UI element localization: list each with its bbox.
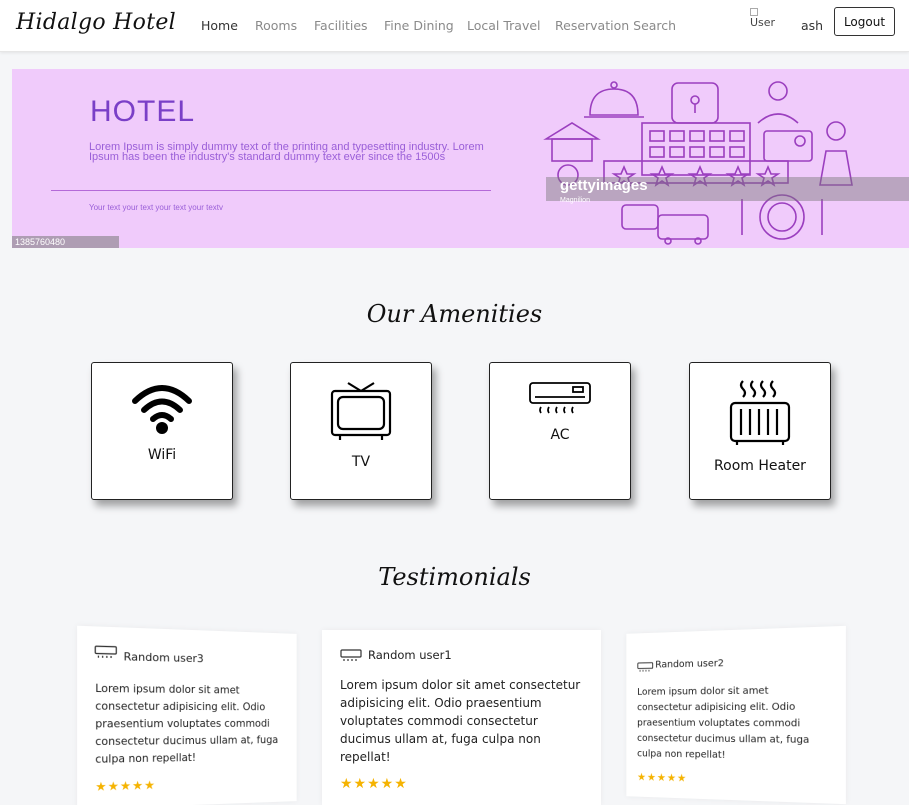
- amenity-label: Room Heater: [690, 458, 830, 474]
- testimonial-card: Random user3 Lorem ipsum dolor sit amet …: [77, 626, 297, 805]
- testimonial-text: Lorem ipsum dolor sit amet consectetur a…: [95, 681, 290, 769]
- tv-icon: [291, 379, 431, 445]
- testimonial-text: Lorem ipsum dolor sit amet consectetur a…: [637, 683, 833, 766]
- logout-button[interactable]: Logout: [834, 7, 895, 36]
- hero-subtext: Your text your text your text your textv: [89, 203, 223, 212]
- testimonial-user: Random user2: [655, 658, 724, 670]
- testimonial-user: Random user1: [368, 648, 452, 662]
- amenity-card-wifi: WiFi: [91, 362, 233, 500]
- ac-icon: [94, 645, 117, 658]
- ac-icon: [340, 649, 362, 661]
- testimonials-title: Testimonials: [0, 563, 909, 591]
- ac-icon: [637, 662, 653, 672]
- broken-image-icon: [750, 8, 758, 16]
- watermark-credit: Magnilion: [560, 192, 590, 210]
- amenity-card-tv: TV: [290, 362, 432, 500]
- nav-link-fine-dining[interactable]: Fine Dining: [384, 18, 454, 33]
- user-avatar[interactable]: User: [750, 8, 780, 36]
- image-id: 1385760480: [12, 236, 119, 248]
- rating-stars: ★★★★★: [95, 778, 156, 794]
- nav-link-home[interactable]: Home: [201, 18, 238, 33]
- hero-banner: HOTEL Lorem Ipsum is simply dummy text o…: [12, 69, 909, 248]
- heater-icon: [690, 379, 830, 449]
- navbar: Hidalgo Hotel Home Rooms Facilities Fine…: [0, 0, 909, 52]
- brand-logo[interactable]: Hidalgo Hotel: [16, 10, 176, 35]
- amenities-title: Our Amenities: [0, 300, 909, 328]
- hotel-illustration: [532, 75, 862, 245]
- amenity-label: WiFi: [92, 447, 232, 463]
- amenity-label: TV: [291, 454, 431, 470]
- nav-link-local-travel[interactable]: Local Travel: [467, 18, 541, 33]
- amenity-card-ac: AC: [489, 362, 631, 500]
- testimonial-user: Random user3: [124, 650, 204, 665]
- amenity-card-room-heater: Room Heater: [689, 362, 831, 500]
- testimonial-card: Random user2 Lorem ipsum dolor sit amet …: [626, 626, 846, 804]
- rating-stars: ★★★★★: [340, 776, 408, 792]
- user-name: ash: [801, 18, 823, 33]
- wifi-icon: [92, 379, 232, 439]
- hero-title: HOTEL: [90, 95, 195, 129]
- watermark: gettyimages Magnilion: [546, 177, 909, 201]
- amenity-label: AC: [490, 427, 630, 443]
- hero-text: Lorem Ipsum is simply dummy text of the …: [89, 142, 499, 162]
- nav-link-rooms[interactable]: Rooms: [255, 18, 297, 33]
- user-avatar-alt: User: [750, 16, 775, 29]
- nav-link-facilities[interactable]: Facilities: [314, 18, 368, 33]
- ac-icon: [490, 381, 630, 421]
- nav-link-reservation-search[interactable]: Reservation Search: [555, 18, 676, 33]
- rating-stars: ★★★★★: [637, 771, 687, 785]
- testimonial-text: Lorem ipsum dolor sit amet consectetur a…: [340, 676, 590, 766]
- testimonial-card: Random user1 Lorem ipsum dolor sit amet …: [322, 630, 601, 805]
- hero-divider: [51, 190, 491, 191]
